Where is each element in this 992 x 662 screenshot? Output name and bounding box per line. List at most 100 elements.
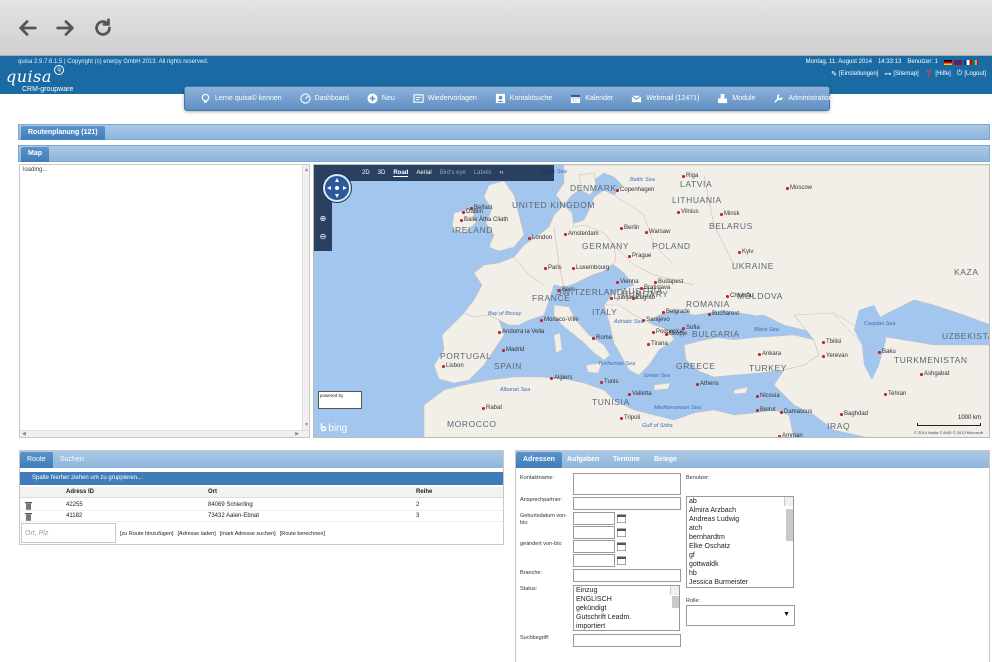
scroll-down-icon[interactable]: ▼: [304, 422, 309, 428]
table-row[interactable]: 41182 73432 Aalen-Ebnat 3: [20, 511, 503, 522]
status-listbox[interactable]: Einzug ENGLISCH gekündigt Gutschrift Lea…: [573, 585, 680, 631]
list-item[interactable]: bernhardtm: [687, 533, 793, 542]
scroll-thumb[interactable]: [786, 509, 793, 541]
map-city-label: Ankara: [762, 351, 782, 357]
tab-search[interactable]: Suchen: [53, 452, 91, 468]
map-2d-toggle[interactable]: 2D: [362, 170, 370, 176]
nav-new[interactable]: Neu: [358, 93, 404, 104]
calendar-picker-icon[interactable]: [617, 556, 626, 565]
user-list-scrollbar[interactable]: [784, 497, 793, 541]
nav-modules[interactable]: Module: [708, 93, 764, 104]
calculate-route-link[interactable]: [Route berechnen]: [280, 531, 325, 537]
reload-button[interactable]: [89, 14, 117, 42]
calendar-picker-icon[interactable]: [617, 542, 626, 551]
flag-uk-icon[interactable]: [954, 59, 962, 65]
help-link[interactable]: ❓ [Hilfe]: [925, 70, 951, 78]
map-compass-icon[interactable]: [323, 174, 351, 202]
tab-documents[interactable]: Belege: [647, 452, 684, 468]
list-item[interactable]: Elke Oschatz: [687, 542, 793, 551]
list-item[interactable]: gottwaldk: [687, 560, 793, 569]
table-row[interactable]: 42255 84069 Schierling 2: [20, 500, 503, 511]
label-status: Status:: [520, 586, 538, 592]
map-road-toggle[interactable]: Road: [393, 170, 409, 177]
list-item[interactable]: ENGLISCH: [574, 595, 679, 604]
nav-administration[interactable]: Administration: [764, 93, 841, 104]
contact-name-input[interactable]: [573, 473, 681, 495]
logo[interactable]: quisa q CRM-groupware: [6, 65, 73, 93]
map-birdseye-toggle[interactable]: Bird's eye: [440, 170, 466, 176]
map-labels-toggle[interactable]: Labels: [474, 170, 492, 176]
column-header-reihe[interactable]: Reihe: [416, 487, 432, 498]
list-item[interactable]: Gutschrift Leadm.: [574, 613, 679, 622]
settings-link[interactable]: ✎ [Einstellungen]: [831, 70, 878, 78]
nav-learn[interactable]: Lerne quisa© kennen: [191, 93, 291, 104]
trash-icon[interactable]: [25, 512, 32, 521]
trash-icon[interactable]: [25, 501, 32, 510]
tab-tasks[interactable]: Aufgaben: [560, 452, 606, 468]
city-marker-icon: [616, 189, 619, 192]
map-city-label: Baku: [882, 349, 896, 355]
contact-person-input[interactable]: [573, 497, 681, 510]
tab-route[interactable]: Route: [20, 452, 53, 468]
sitemap-link[interactable]: ⊶ [Sitemap]: [884, 70, 918, 78]
list-item[interactable]: hb: [687, 569, 793, 578]
tab-route-planning[interactable]: Routenplanung (121): [21, 126, 105, 140]
birthdate-to-input[interactable]: [573, 526, 615, 539]
scroll-left-icon[interactable]: ◀: [22, 431, 26, 437]
nav-resubmissions[interactable]: Wiedervorlagen: [404, 93, 486, 104]
nav-dashboard[interactable]: Dashboard: [291, 93, 358, 104]
nav-contact-search[interactable]: Kontaktsuche: [486, 93, 561, 104]
tab-appointments[interactable]: Termine: [606, 452, 647, 468]
search-term-input[interactable]: [573, 634, 681, 647]
add-to-route-link[interactable]: [zu Route hinzufügen]: [120, 531, 174, 537]
forward-button[interactable]: [51, 14, 79, 42]
calendar-picker-icon[interactable]: [617, 514, 626, 523]
nav-calendar[interactable]: Kalender: [561, 93, 622, 104]
list-item[interactable]: Jessica Burmeister: [687, 578, 793, 587]
column-header-ort[interactable]: Ort: [208, 487, 217, 498]
user-listbox[interactable]: ab Almira Arzbach Andreas Ludwig atch be…: [686, 496, 794, 588]
ort-plz-input[interactable]: Ort, Plz: [21, 523, 116, 543]
calendar-picker-icon[interactable]: [617, 528, 626, 537]
list-item[interactable]: Einzug: [574, 586, 679, 595]
flag-de-icon[interactable]: [944, 59, 952, 65]
zoom-out-icon[interactable]: ⊖: [317, 231, 329, 243]
zoom-in-icon[interactable]: ⊕: [317, 213, 329, 225]
map-city-label: Zagreb: [636, 295, 656, 301]
list-item[interactable]: gf: [687, 551, 793, 560]
list-item[interactable]: ab: [687, 497, 793, 506]
logout-link[interactable]: ⏻ [Logout]: [957, 70, 986, 78]
load-address-link[interactable]: [Adresse laden]: [178, 531, 216, 537]
birthdate-from-input[interactable]: [573, 512, 615, 525]
list-item[interactable]: gekündigt: [574, 604, 679, 613]
flag-it-icon[interactable]: [974, 59, 978, 65]
map-collapse-toggle[interactable]: ‹‹: [500, 170, 504, 176]
horizontal-scrollbar[interactable]: ◀ ▶: [20, 430, 309, 437]
scroll-thumb[interactable]: [672, 596, 679, 608]
flag-fr-icon[interactable]: [964, 59, 972, 65]
map-3d-toggle[interactable]: 3D: [378, 170, 386, 176]
scroll-up-icon[interactable]: ▲: [304, 167, 309, 173]
group-by-hint[interactable]: Spalte hierher ziehen um zu gruppieren..…: [20, 472, 503, 485]
branch-input[interactable]: [573, 569, 681, 582]
scroll-right-icon[interactable]: ▶: [295, 431, 299, 437]
tab-addresses[interactable]: Adressen: [516, 452, 562, 468]
modified-to-input[interactable]: [573, 554, 615, 567]
map-view[interactable]: DENMARK UNITED KINGDOM IRELAND GERMANY POLAN…: [313, 164, 990, 438]
list-item[interactable]: importiert: [574, 622, 679, 630]
status-list-scrollbar[interactable]: [670, 586, 679, 608]
modified-from-input[interactable]: [573, 540, 615, 553]
vertical-scrollbar[interactable]: ▲ ▼: [302, 165, 309, 437]
list-item[interactable]: Almira Arzbach: [687, 506, 793, 515]
list-item[interactable]: Andreas Ludwig: [687, 515, 793, 524]
map-aerial-toggle[interactable]: Aerial: [416, 170, 431, 176]
search-marked-address-link[interactable]: [mark Adresse suchen]: [220, 531, 276, 537]
copyright-text: quisa 2.9.7.6.1.5 | Copyright (c) enerpy…: [18, 59, 209, 65]
map-sea-label: Gulf of Sidra: [642, 423, 673, 429]
list-item[interactable]: atch: [687, 524, 793, 533]
nav-webmail[interactable]: Webmail (12471): [622, 93, 708, 104]
column-header-address-id[interactable]: Adress ID: [66, 487, 94, 498]
back-button[interactable]: [14, 14, 42, 42]
tab-map[interactable]: Map: [21, 147, 49, 162]
role-select[interactable]: ▼: [686, 605, 795, 626]
